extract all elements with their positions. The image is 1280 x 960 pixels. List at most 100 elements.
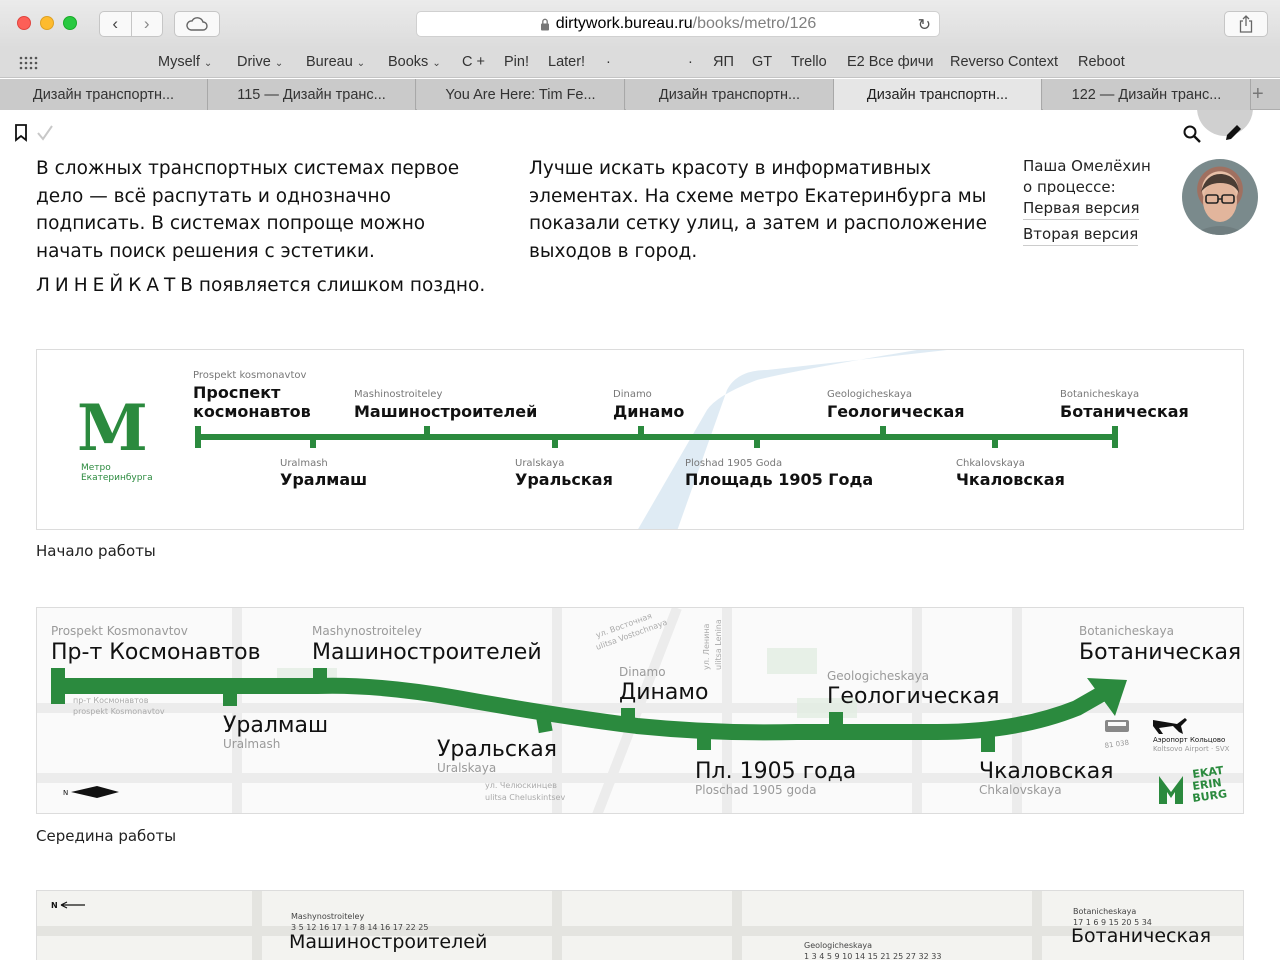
tab-bar: Дизайн транспортн... 115 — Дизайн транс.… xyxy=(0,79,1280,110)
line-end-cap xyxy=(51,668,65,704)
bookmark-later[interactable]: Later! xyxy=(548,54,585,70)
second-version-link[interactable]: Вторая версия xyxy=(1023,224,1139,246)
bookmark-reverso[interactable]: Reverso Context xyxy=(950,54,1058,70)
tab-6[interactable]: 122 — Дизайн транс... xyxy=(1043,79,1251,110)
bookmark-label: Myself xyxy=(158,54,200,70)
share-button[interactable] xyxy=(1224,11,1268,37)
search-icon[interactable] xyxy=(1182,124,1202,144)
metro-line xyxy=(197,434,1116,440)
station-tick xyxy=(880,426,886,436)
station-tick xyxy=(424,426,430,436)
bookmark-bureau[interactable]: Bureau ⌄ xyxy=(306,54,365,70)
bookmark-pin[interactable]: Pin! xyxy=(504,54,529,70)
kerned-word: ЛИНЕЙКАТ xyxy=(36,275,181,296)
tab-label: You Are Here: Tim Fe... xyxy=(445,86,596,103)
compass-label: N xyxy=(51,901,58,910)
kerned-tail: В xyxy=(180,275,193,296)
intro-right-paragraph: Лучше искать красоту в информативных эле… xyxy=(529,158,987,262)
bus-route-number: 81 038 xyxy=(1104,739,1129,750)
reload-icon[interactable]: ↻ xyxy=(918,15,931,35)
bookmark-c-plus[interactable]: C + xyxy=(462,54,485,70)
new-tab-button[interactable]: + xyxy=(1252,83,1264,106)
street-label: пр-т Космонавтов xyxy=(73,696,149,705)
station-latin: Botanicheskaya xyxy=(1073,907,1136,916)
avatar-face-illustration xyxy=(1192,173,1248,235)
kerning-note: ЛИНЕЙКАТВ появляется слишком поздно. xyxy=(36,275,485,296)
station-latin: Mashinostroiteley xyxy=(354,389,442,400)
first-version-link[interactable]: Первая версия xyxy=(1023,198,1140,220)
bookmark-dot-1[interactable]: · xyxy=(606,54,611,70)
station-latin: Geologicheskaya xyxy=(827,669,929,683)
bookmark-books[interactable]: Books ⌄ xyxy=(388,54,441,70)
station-routes: 1 3 4 5 9 10 14 15 21 25 27 32 33 xyxy=(804,952,941,960)
back-button[interactable]: ‹ xyxy=(100,12,132,36)
bookmark-label: Drive xyxy=(237,54,271,70)
tab-5-active[interactable]: Дизайн транспортн... xyxy=(834,79,1042,110)
station-latin: Botanicheskaya xyxy=(1079,624,1174,638)
station-latin: Geologicheskaya xyxy=(827,389,912,400)
station-name: Машиностроителей xyxy=(312,640,542,665)
station-name: Уральская xyxy=(437,737,557,762)
station-latin: Chkalovskaya xyxy=(979,783,1062,797)
map-middle-svg: ул. Восточная ulitsa Vostochnaya пр-т Ко… xyxy=(37,608,1243,813)
avatar[interactable] xyxy=(1182,159,1258,235)
bookmark-label: Bureau xyxy=(306,54,353,70)
pencil-icon[interactable] xyxy=(1222,122,1244,144)
cloud-icon xyxy=(186,17,208,31)
compass-arrow-icon xyxy=(60,901,85,909)
map-final-svg: N Mashynostroiteley 3 5 12 16 17 1 7 8 1… xyxy=(37,891,1243,960)
station-tick xyxy=(310,438,316,448)
map-final-version: N Mashynostroiteley 3 5 12 16 17 1 7 8 1… xyxy=(36,890,1244,960)
station-tick xyxy=(992,438,998,448)
street-label: ул. Ленина xyxy=(702,623,711,670)
bookmark-label: Books xyxy=(388,54,429,70)
bookmark-icon[interactable] xyxy=(14,124,28,142)
airport-label-latin: Koltsovo Airport · SVX xyxy=(1153,745,1230,753)
bookmark-trello[interactable]: Trello xyxy=(791,54,827,70)
station-latin: Botanicheskaya xyxy=(1060,389,1139,400)
station-name: Машиностроителей xyxy=(289,931,487,953)
station-latin: Mashynostroiteley xyxy=(312,624,422,638)
station-name: Уралмаш xyxy=(280,470,367,489)
minimize-window-button[interactable] xyxy=(40,16,54,30)
station-latin: Chkalovskaya xyxy=(956,458,1025,469)
station-name: Геологическая xyxy=(827,684,999,709)
tab-3[interactable]: You Are Here: Tim Fe... xyxy=(417,79,625,110)
chevron-right-icon: › xyxy=(143,14,150,33)
metro-logo-line1: Метро xyxy=(81,463,111,473)
bookmark-dot-2[interactable]: · xyxy=(688,54,693,70)
address-bar[interactable]: dirtywork.bureau.ru/books/metro/126 ↻ xyxy=(416,11,940,37)
station-name: Машиностроителей xyxy=(354,402,537,421)
bookmark-myself[interactable]: Myself ⌄ xyxy=(158,54,212,70)
bookmark-e2[interactable]: E2 Все фичи xyxy=(847,54,933,70)
bookmark-gt[interactable]: GT xyxy=(752,54,772,70)
map-initial-version: M Метро Екатеринбурга Prospekt kosmonavt… xyxy=(36,349,1244,530)
station-latin: Dinamo xyxy=(613,389,652,400)
chevron-down-icon: ⌄ xyxy=(274,58,284,69)
station-latin: Uralskaya xyxy=(515,458,564,469)
chevron-down-icon: ⌄ xyxy=(203,58,213,69)
zoom-window-button[interactable] xyxy=(63,16,77,30)
show-all-bookmarks-icon[interactable] xyxy=(18,55,38,71)
station-latin: Uralmash xyxy=(280,458,328,469)
tab-4[interactable]: Дизайн транспортн... xyxy=(626,79,834,110)
bookmark-yap[interactable]: ЯП xyxy=(713,54,734,70)
tab-2[interactable]: 115 — Дизайн транс... xyxy=(208,79,416,110)
street-label: ulitsa Cheluskintsev xyxy=(485,793,565,802)
checkmark-icon[interactable] xyxy=(36,124,54,142)
station-name-line2: космонавтов xyxy=(193,402,311,421)
station-tick xyxy=(552,438,558,448)
tab-label: Дизайн транспортн... xyxy=(866,86,1009,103)
bookmark-drive[interactable]: Drive ⌄ xyxy=(237,54,283,70)
bookmark-reboot[interactable]: Reboot xyxy=(1078,54,1125,70)
close-window-button[interactable] xyxy=(17,16,31,30)
forward-button[interactable]: › xyxy=(132,12,163,36)
metro-logo-letter: M xyxy=(77,391,148,466)
tab-1[interactable]: Дизайн транспортн... xyxy=(0,79,208,110)
station-name: Динамо xyxy=(619,680,708,705)
station-name: Уральская xyxy=(515,470,613,489)
compass-label: N xyxy=(63,789,68,797)
bookmarks-bar: Myself ⌄ Drive ⌄ Bureau ⌄ Books ⌄ C + Pin! L… xyxy=(0,48,1280,78)
station-tick xyxy=(754,438,760,448)
icloud-tabs-button[interactable] xyxy=(174,11,220,37)
